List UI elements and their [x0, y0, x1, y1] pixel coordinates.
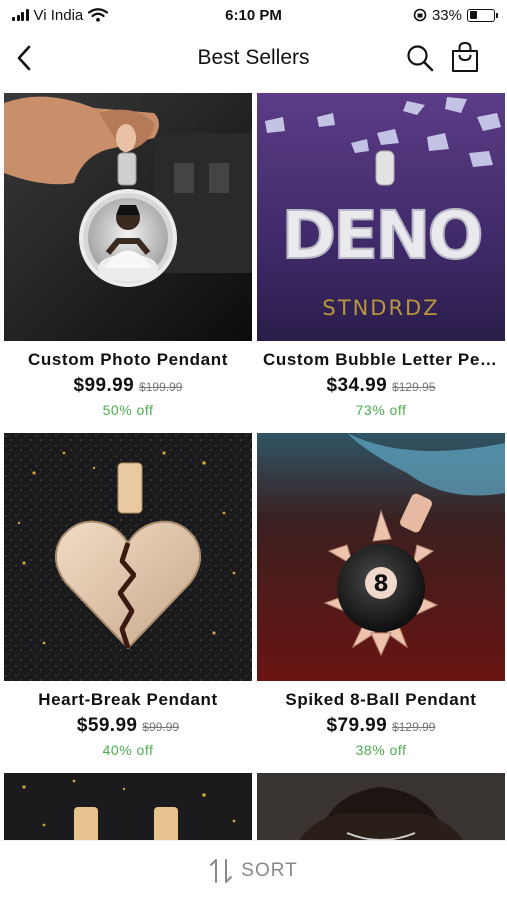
price-row: $59.99 $99.99 — [4, 715, 252, 737]
sort-button[interactable]: SORT — [0, 840, 507, 900]
product-price: $34.99 — [326, 375, 388, 396]
image-text-8: 8 — [373, 572, 388, 597]
image-text-brand: STNDRDZ — [322, 296, 439, 320]
product-title[interactable]: Heart-Break Pendant — [4, 690, 252, 710]
price-row: $99.99 $199.99 — [4, 375, 252, 397]
product-price: $79.99 — [326, 715, 388, 736]
status-bar: Vi India 6:10 PM 33% — [0, 0, 507, 30]
product-card[interactable]: 8 Spiked 8-Ball Pendant $79.99 $129.99 3… — [257, 433, 505, 758]
carrier-name: Vi India — [33, 6, 84, 24]
sort-arrows-icon — [210, 858, 233, 883]
product-price: $59.99 — [76, 715, 138, 736]
product-image-photo-pendant[interactable] — [4, 93, 252, 341]
product-card[interactable]: Heart-Break Pendant $59.99 $99.99 40% of… — [4, 433, 252, 758]
product-image-bubble-letter[interactable]: DENO STNDRDZ — [257, 93, 505, 341]
product-price: $99.99 — [73, 375, 135, 396]
back-button[interactable] — [8, 42, 40, 74]
battery-icon — [467, 8, 498, 22]
product-old-price: $129.95 — [392, 380, 436, 394]
chevron-left-icon — [17, 45, 31, 71]
product-title[interactable]: Custom Bubble Letter Pendant — [257, 350, 505, 370]
search-button[interactable] — [404, 42, 436, 74]
nav-bar: Best Sellers — [0, 36, 507, 80]
battery-level — [469, 11, 478, 19]
discount-label: 40% off — [102, 742, 154, 758]
discount-label: 50% off — [102, 402, 154, 418]
product-card[interactable]: Custom Photo Pendant $99.99 $199.99 50% … — [4, 93, 252, 418]
product-image-partial[interactable] — [4, 773, 252, 843]
shopping-bag-icon — [452, 41, 478, 72]
image-text-deno: DENO — [281, 197, 480, 274]
wifi-icon — [88, 8, 109, 22]
product-image-spiked-8-ball[interactable]: 8 — [257, 433, 505, 681]
battery-percent: 33% — [431, 6, 462, 24]
product-image-heart-break[interactable] — [4, 433, 252, 681]
product-image-partial[interactable] — [257, 773, 505, 843]
product-card[interactable]: DENO STNDRDZ Custom Bubble Letter Pendan… — [257, 93, 505, 418]
status-left: Vi India — [12, 6, 109, 24]
product-old-price: $199.99 — [139, 380, 183, 394]
product-old-price: $129.99 — [392, 720, 436, 734]
price-row: $34.99 $129.95 — [257, 375, 505, 397]
price-row: $79.99 $129.99 — [257, 715, 505, 737]
product-title[interactable]: Custom Photo Pendant — [4, 350, 252, 370]
discount-label: 38% off — [355, 742, 407, 758]
product-title[interactable]: Spiked 8-Ball Pendant — [257, 690, 505, 710]
orientation-lock-icon — [413, 8, 427, 22]
signal-icon — [12, 9, 29, 21]
search-icon — [407, 45, 434, 72]
cart-button[interactable] — [448, 40, 482, 74]
status-right: 33% — [413, 6, 498, 24]
sort-label: SORT — [241, 859, 298, 881]
discount-label: 73% off — [355, 402, 407, 418]
product-old-price: $99.99 — [142, 720, 180, 734]
